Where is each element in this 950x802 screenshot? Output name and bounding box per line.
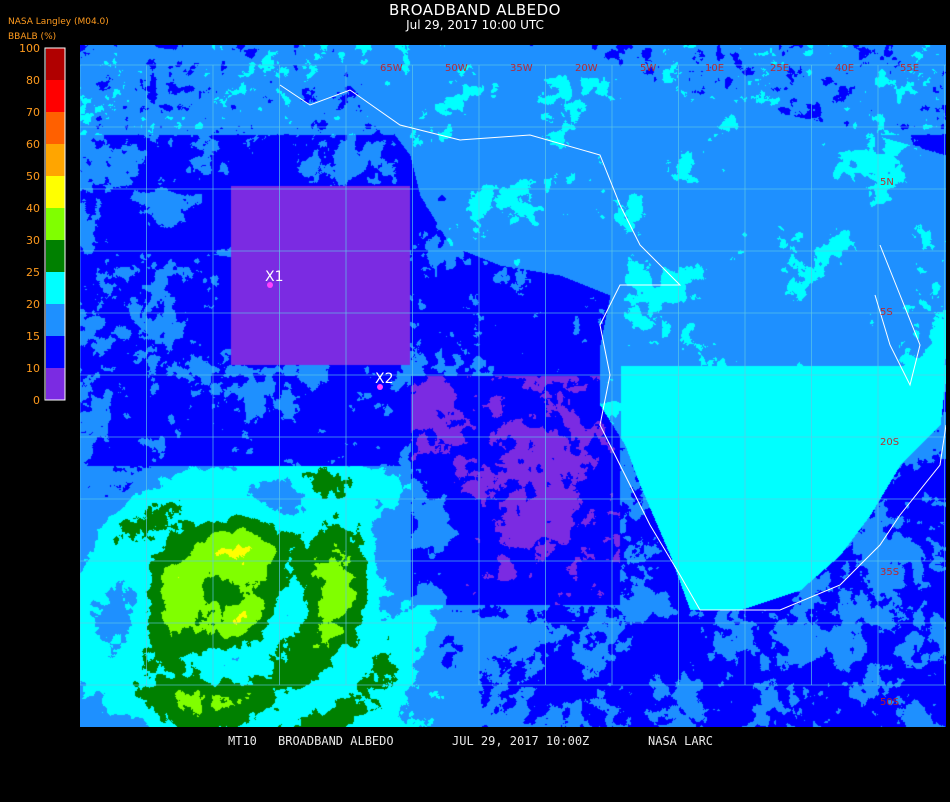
site-marker-label: X2 — [375, 371, 394, 387]
colorbar-swatch — [46, 176, 65, 209]
colorbar-legend: 100807060504030252015100 — [19, 44, 66, 404]
footer-credit: NASA LARC — [648, 734, 714, 748]
map-timestamp: Jul 29, 2017 10:00 UTC — [406, 18, 544, 32]
colorbar-tick-label: 10 — [26, 362, 40, 375]
site-marker-label: X1 — [265, 269, 284, 285]
colorbar-swatches — [46, 48, 65, 401]
site-markers: X1 X2 — [265, 269, 394, 390]
colorbar-tick-label: 80 — [26, 74, 40, 87]
colorbar-swatch — [46, 208, 65, 241]
footer-caption: MT10 BROADBAND ALBEDO JUL 29, 2017 10:00… — [0, 732, 950, 750]
longitude-label: 25E — [770, 63, 789, 74]
colorbar-swatch — [46, 240, 65, 273]
coastline — [279, 84, 946, 611]
colorbar-swatch — [46, 272, 65, 305]
longitude-label: 5W — [640, 63, 656, 74]
latitude-label: 50S — [880, 697, 899, 708]
colorbar-tick-label: 60 — [26, 138, 40, 151]
colorbar-swatch — [46, 112, 65, 145]
data-source-label: NASA Langley (M04.0) — [8, 17, 109, 27]
colorbar-swatch — [46, 368, 65, 401]
colorbar-swatch — [46, 336, 65, 369]
africa-coastline — [279, 84, 946, 611]
map-title: BROADBAND ALBEDO — [389, 1, 561, 19]
colorbar-swatch — [46, 144, 65, 177]
colorbar-units-label: BBALB (%) — [8, 32, 57, 42]
colorbar-tick-label: 70 — [26, 106, 40, 119]
latitude-label: 5N — [880, 177, 894, 188]
longitude-label: 55E — [900, 63, 919, 74]
map-overlay: 55E 40E 25E 10E 5W 20W 35W 50W 65W 5N 5S 20S 35S 50S… — [80, 63, 946, 708]
longitude-label: 40E — [835, 63, 854, 74]
footer-satellite: MT10 — [228, 734, 257, 748]
latitude-label: 5S — [880, 307, 893, 318]
colorbar-tick-label: 40 — [26, 202, 40, 215]
header: BROADBAND ALBEDO Jul 29, 2017 10:00 UTC … — [0, 0, 950, 44]
longitude-label: 50W — [445, 63, 468, 74]
colorbar-tick-label: 20 — [26, 298, 40, 311]
colorbar-tick-labels: 100807060504030252015100 — [19, 44, 40, 404]
colorbar-tick-label: 30 — [26, 234, 40, 247]
footer-product: BROADBAND ALBEDO — [278, 734, 394, 748]
footer-date: JUL 29, 2017 10:00Z — [452, 734, 590, 748]
lat-lon-grid — [80, 64, 946, 686]
latitude-labels: 5N 5S 20S 35S 50S — [880, 177, 899, 708]
longitude-label: 10E — [705, 63, 724, 74]
longitude-label: 35W — [510, 63, 533, 74]
colorbar-tick-label: 25 — [26, 266, 40, 279]
colorbar-swatch — [46, 304, 65, 337]
longitude-label: 20W — [575, 63, 598, 74]
latitude-label: 35S — [880, 567, 899, 578]
longitude-label: 65W — [380, 63, 403, 74]
colorbar-tick-label: 100 — [19, 44, 40, 55]
latitude-label: 20S — [880, 437, 899, 448]
longitude-labels: 55E 40E 25E 10E 5W 20W 35W 50W 65W — [380, 63, 919, 74]
colorbar-tick-label: 0 — [33, 394, 40, 404]
colorbar-swatch — [46, 80, 65, 113]
colorbar-tick-label: 50 — [26, 170, 40, 183]
colorbar-swatch — [46, 48, 65, 81]
colorbar-tick-label: 15 — [26, 330, 40, 343]
